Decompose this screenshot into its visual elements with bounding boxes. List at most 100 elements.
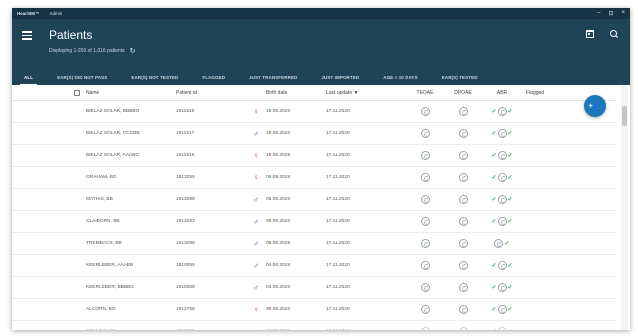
ear-icon xyxy=(420,327,430,330)
patient-id: 1812756 xyxy=(176,307,195,312)
left-pass-check-icon: ✓ xyxy=(491,262,497,269)
search-icon[interactable] xyxy=(610,30,618,38)
minimize-icon[interactable]: – xyxy=(597,10,600,17)
ear-icon xyxy=(420,195,430,204)
ear-icon xyxy=(458,327,468,330)
table-row[interactable]: BIELAZ SOLAR, AAABG 1811515 ♀ 19.08.2019 17.… xyxy=(12,145,616,167)
refresh-icon[interactable]: ↻ xyxy=(130,48,136,55)
teoae-cell xyxy=(406,327,444,330)
tab-all[interactable]: ALL xyxy=(12,71,45,85)
birth-date: 19.08.2019 xyxy=(266,131,291,136)
ear-icon xyxy=(497,107,507,116)
ear-icon xyxy=(458,261,468,270)
tab-ear-s-did-not-pass[interactable]: EAR(S) DID NOT PASS xyxy=(45,71,119,85)
birth-date: 05.09.2019 xyxy=(266,219,291,224)
teoae-cell xyxy=(406,217,444,226)
teoae-cell xyxy=(406,239,444,248)
right-pass-check-icon: ✓ xyxy=(504,240,510,247)
last-update: 17.11.2020 xyxy=(326,285,350,290)
column-abr[interactable]: ABR xyxy=(482,90,522,96)
column-patient-id[interactable]: Patient id xyxy=(176,90,246,96)
left-pass-check-icon: ✓ xyxy=(491,152,497,159)
scroll-thumb[interactable] xyxy=(622,106,627,126)
patient-name: MATHIS, BB xyxy=(86,197,113,202)
table-row[interactable]: KEERLEBER, BBBBG 1810056 ♂ 04.08.2019 17.11.… xyxy=(12,277,616,299)
teoae-cell xyxy=(406,129,444,138)
table-row[interactable]: ALCORN, BG 1812756 ♀ 30.08.2019 17.11.2020 ✓ ✓ xyxy=(12,299,616,321)
tab-just-imported[interactable]: JUST IMPORTED xyxy=(309,71,371,85)
calendar-icon[interactable] xyxy=(586,30,594,38)
table-row[interactable]: BIELAZ SOLAR, CCCBB 1811517 ♂ 19.08.2019 17.… xyxy=(12,123,616,145)
patient-id: 1813283 xyxy=(176,219,195,224)
tab-age-10-days[interactable]: AGE < 10 DAYS xyxy=(371,71,430,85)
dpoae-cell xyxy=(444,195,482,204)
ear-icon xyxy=(420,107,430,116)
table-row[interactable]: CLAIBORN, BB 1813283 ♂ 05.09.2019 17.11.2020… xyxy=(12,211,616,233)
ear-icon xyxy=(497,283,507,292)
tab-ear-s-tested[interactable]: EAR(S) TESTED xyxy=(430,71,490,85)
table-row[interactable]: BIELAZ SOLAR, BBBBG 1811516 ♀ 19.08.2019 17.… xyxy=(12,101,616,123)
right-pass-check-icon: ✓ xyxy=(507,196,513,203)
column-name[interactable]: Name xyxy=(86,90,176,96)
patient-name: GRAHAM, BG xyxy=(86,175,117,180)
birth-date: 05.09.2019 xyxy=(266,241,291,246)
dpoae-cell xyxy=(444,327,482,330)
add-patient-button[interactable]: +👤 xyxy=(584,95,606,117)
right-pass-check-icon: ✓ xyxy=(507,262,513,269)
table-header: Name Patient id Birth date Last update ▼… xyxy=(12,85,616,101)
teoae-cell xyxy=(406,173,444,182)
column-birth-date[interactable]: Birth date xyxy=(266,90,326,96)
column-teoae[interactable]: TEOAE xyxy=(406,90,444,96)
ear-icon xyxy=(458,239,468,248)
right-pass-check-icon: ✓ xyxy=(507,306,513,313)
left-pass-check-icon: ✓ xyxy=(491,174,497,181)
patient-name: COLLINS, BB xyxy=(86,329,176,330)
patients-table: Name Patient id Birth date Last update ▼… xyxy=(12,85,616,330)
table-row[interactable]: GRAHAM, BG 1813255 ♀ 05.09.2019 17.11.2020 ✓ ✓ xyxy=(12,167,616,189)
male-icon: ♂ xyxy=(253,261,259,270)
app-bar: Patients Displaying 1-200 of 1,016 patie… xyxy=(12,19,630,85)
male-icon: ♂ xyxy=(253,217,259,226)
abr-cell: ✓✓ xyxy=(482,129,522,138)
table-row[interactable]: KEERLEBER, AAABB 1810055 ♂ 04.08.2019 17.11.… xyxy=(12,255,616,277)
teoae-cell xyxy=(406,283,444,292)
abr-cell: ✓✓ xyxy=(482,151,522,160)
ear-icon xyxy=(497,195,507,204)
male-icon: ♂ xyxy=(253,129,259,138)
column-flagged[interactable]: Flagged xyxy=(522,90,562,96)
right-pass-check-icon: ✓ xyxy=(507,174,513,181)
vertical-scrollbar[interactable] xyxy=(621,85,628,330)
tab-ear-s-not-tested[interactable]: EAR(S) NOT TESTED xyxy=(119,71,190,85)
female-icon: ♀ xyxy=(253,151,259,160)
table-row[interactable]: COLLINS, BB1813360♂05.09.201917.11.2020 ✓… xyxy=(12,321,616,330)
table-row[interactable]: TREMBACK, BB 1813286 ♂ 05.09.2019 17.11.2020… xyxy=(12,233,616,255)
column-dpoae[interactable]: DPOAE xyxy=(444,90,482,96)
table-row[interactable]: MATHIS, BB 1813085 ♂ 06.09.2019 17.11.2020 ✓ ✓ xyxy=(12,189,616,211)
select-all-checkbox[interactable] xyxy=(74,89,80,96)
ear-icon xyxy=(420,283,430,292)
right-pass-check-icon: ✓ xyxy=(507,284,513,291)
tab-flagged[interactable]: FLAGGED xyxy=(190,71,237,85)
last-update: 17.11.2020 xyxy=(326,263,350,268)
table-body: BIELAZ SOLAR, BBBBG 1811516 ♀ 19.08.2019 17.… xyxy=(12,101,616,330)
column-last-update[interactable]: Last update ▼ xyxy=(326,90,406,96)
left-pass-check-icon: ✓ xyxy=(491,130,497,137)
appbar-actions xyxy=(586,30,618,38)
patient-name: KEERLEBER, AAABB xyxy=(86,263,134,268)
patient-name: BIELAZ SOLAR, CCCBB xyxy=(86,131,140,136)
tab-just-transferred[interactable]: JUST TRANSFERRED xyxy=(237,71,309,85)
abr-cell: ✓✓ xyxy=(482,283,522,292)
patient-id: 1813255 xyxy=(176,175,195,180)
ear-icon xyxy=(458,173,468,182)
menu-icon[interactable] xyxy=(22,31,32,40)
patient-name: BIELAZ SOLAR, BBBBG xyxy=(86,109,140,114)
ear-icon xyxy=(458,195,468,204)
patient-name: KEERLEBER, BBBBG xyxy=(86,285,134,290)
patient-id: 1811515 xyxy=(176,153,195,158)
close-icon[interactable]: × xyxy=(621,10,625,17)
maximize-icon[interactable]: ⊡ xyxy=(608,10,613,17)
dpoae-cell xyxy=(444,151,482,160)
teoae-cell xyxy=(406,261,444,270)
last-update: 17.11.2020 xyxy=(326,197,350,202)
right-pass-check-icon: ✓ xyxy=(507,130,513,137)
